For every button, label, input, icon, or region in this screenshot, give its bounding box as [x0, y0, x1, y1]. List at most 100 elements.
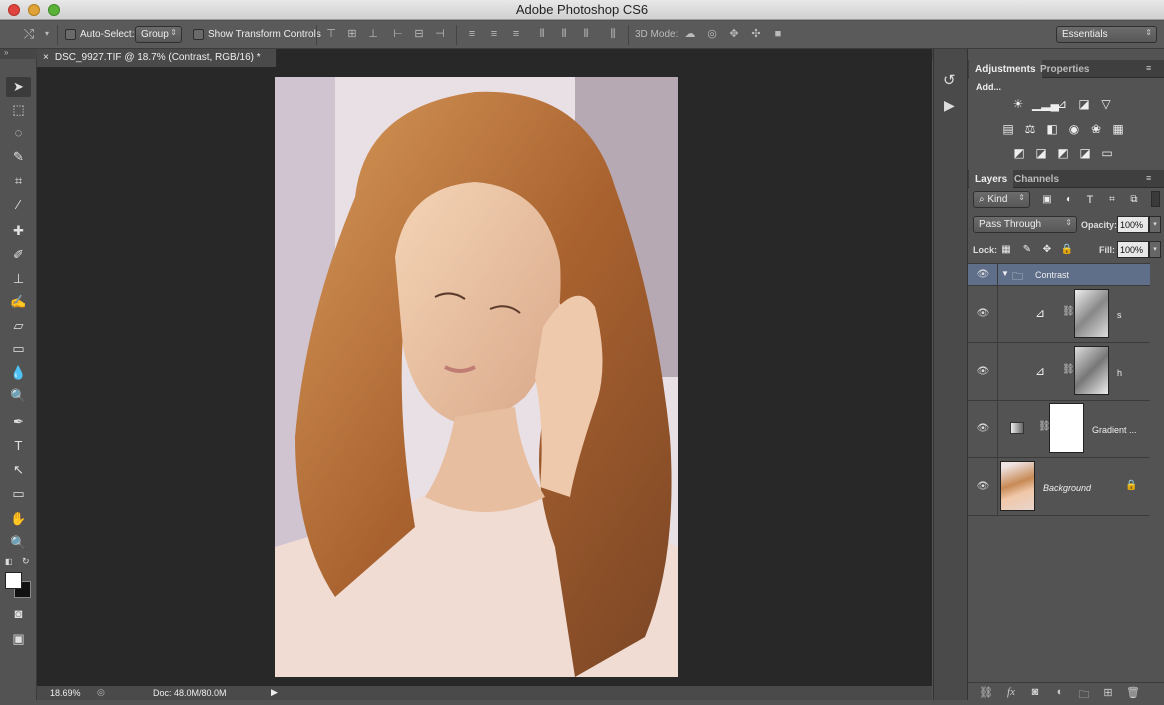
tab-channels[interactable]: Channels: [1008, 170, 1065, 188]
eyedropper-tool-icon[interactable]: ⁄: [6, 195, 31, 215]
quick-selection-tool-icon[interactable]: ✎: [6, 147, 31, 167]
3d-orbit-icon[interactable]: ☁: [683, 27, 697, 41]
add-mask-icon[interactable]: ◙: [1028, 686, 1042, 698]
type-tool-icon[interactable]: T: [6, 436, 31, 456]
healing-brush-tool-icon[interactable]: ✚: [6, 221, 31, 241]
align-left-icon[interactable]: ⊢: [391, 27, 405, 41]
levels-icon[interactable]: ▁▂▄: [1032, 97, 1059, 111]
new-group-icon[interactable]: 🗀: [1077, 686, 1091, 701]
document-tab[interactable]: × DSC_9927.TIF @ 18.7% (Contrast, RGB/16)…: [37, 49, 277, 67]
vibrance-icon[interactable]: ▽: [1098, 97, 1114, 111]
gradient-tool-icon[interactable]: ▭: [6, 339, 31, 359]
fill-input[interactable]: 100%: [1117, 241, 1149, 258]
color-lookup-icon[interactable]: ▦: [1110, 122, 1126, 136]
group-expand-icon[interactable]: ▼: [1001, 269, 1009, 278]
lock-transparent-icon[interactable]: ▦: [998, 243, 1014, 257]
dodge-tool-icon[interactable]: 🔍: [6, 386, 31, 406]
curves-icon[interactable]: ⊿: [1054, 97, 1070, 111]
lock-position-icon[interactable]: ✥: [1039, 243, 1055, 257]
filter-pixel-icon[interactable]: ▣: [1039, 193, 1055, 207]
tool-preset-chevron-icon[interactable]: ▾: [40, 27, 54, 41]
visibility-eye-icon[interactable]: 👁: [976, 481, 990, 492]
link-icon[interactable]: ⛓: [1062, 306, 1075, 317]
close-document-icon[interactable]: ×: [43, 52, 49, 63]
align-bottom-icon[interactable]: ⊥: [366, 27, 380, 41]
gradient-map-icon[interactable]: ▭: [1099, 146, 1115, 160]
selective-color-icon[interactable]: ◪: [1077, 146, 1093, 160]
layers-panel-menu-icon[interactable]: ≡: [1146, 173, 1151, 183]
layer-row-gradient[interactable]: 👁 ⛓ Gradient ...: [968, 401, 1150, 458]
lasso-tool-icon[interactable]: ◌: [6, 123, 31, 143]
opacity-slider-toggle[interactable]: ▾: [1149, 216, 1161, 233]
eraser-tool-icon[interactable]: ▱: [6, 316, 31, 336]
move-tool-icon[interactable]: ➤: [6, 77, 31, 97]
brightness-contrast-icon[interactable]: ☀: [1010, 97, 1026, 111]
history-panel-icon[interactable]: ↺: [943, 71, 956, 89]
zoom-level[interactable]: 18.69%: [50, 688, 81, 698]
crop-tool-icon[interactable]: ⌗: [6, 171, 31, 191]
3d-pan-icon[interactable]: ✥: [727, 27, 741, 41]
channel-mixer-icon[interactable]: ❀: [1088, 122, 1104, 136]
document-canvas[interactable]: [275, 77, 678, 677]
link-layers-icon[interactable]: ⛓: [979, 686, 993, 699]
rectangle-tool-icon[interactable]: ▭: [6, 484, 31, 504]
distribute-right-icon[interactable]: ⦀: [579, 27, 593, 41]
distribute-hcenter-icon[interactable]: ⦀: [557, 27, 571, 41]
auto-select-checkbox[interactable]: [65, 29, 76, 40]
clone-stamp-tool-icon[interactable]: ⊥: [6, 269, 31, 289]
distribute-top-icon[interactable]: ≡: [465, 27, 479, 41]
link-icon[interactable]: ⛓: [1062, 364, 1075, 375]
filter-shape-icon[interactable]: ⌗: [1104, 193, 1120, 207]
blur-tool-icon[interactable]: 💧: [6, 363, 31, 383]
filter-adjustment-icon[interactable]: ◐: [1061, 193, 1077, 207]
hue-saturation-icon[interactable]: ▤: [1000, 122, 1016, 136]
hand-tool-icon[interactable]: ✋: [6, 509, 31, 529]
filter-kind-dropdown[interactable]: ⌕ Kind ⇕: [973, 191, 1030, 208]
status-menu-arrow-icon[interactable]: ▶: [271, 687, 278, 698]
tab-properties[interactable]: Properties: [1034, 60, 1095, 78]
black-white-icon[interactable]: ◧: [1044, 122, 1060, 136]
distribute-left-icon[interactable]: ⦀: [535, 27, 549, 41]
workspace-dropdown[interactable]: Essentials ⇕: [1056, 26, 1157, 43]
align-hcenter-icon[interactable]: ⊟: [412, 27, 426, 41]
distribute-bottom-icon[interactable]: ≡: [509, 27, 523, 41]
layer-row-contrast[interactable]: 👁 ▼ 🗀 Contrast: [968, 264, 1150, 286]
expand-toolbar-icon[interactable]: »: [4, 48, 8, 57]
exposure-icon[interactable]: ◪: [1076, 97, 1092, 111]
layer-mask-thumbnail[interactable]: [1049, 403, 1084, 453]
layer-thumbnail[interactable]: [1000, 461, 1035, 511]
pen-tool-icon[interactable]: ✒: [6, 412, 31, 432]
filter-toggle[interactable]: [1151, 191, 1160, 207]
photo-filter-icon[interactable]: ◉: [1066, 122, 1082, 136]
swap-colors-icon[interactable]: ↻: [22, 556, 30, 567]
layer-row-h[interactable]: 👁 ⊿ ⛓ h: [968, 343, 1150, 401]
visibility-eye-icon[interactable]: 👁: [976, 269, 990, 280]
new-adjustment-icon[interactable]: ◐: [1053, 686, 1067, 698]
show-transform-checkbox[interactable]: [193, 29, 204, 40]
filter-type-icon[interactable]: T: [1082, 193, 1098, 207]
distribute-vcenter-icon[interactable]: ≡: [487, 27, 501, 41]
layer-mask-thumbnail[interactable]: [1074, 346, 1109, 395]
delete-layer-icon[interactable]: 🗑: [1126, 686, 1140, 699]
layer-row-background[interactable]: 👁 Background 🔒: [968, 458, 1150, 516]
actions-panel-icon[interactable]: ▶: [944, 97, 955, 114]
3d-scale-icon[interactable]: ■: [771, 27, 785, 41]
visibility-eye-icon[interactable]: 👁: [976, 366, 990, 377]
threshold-icon[interactable]: ◩: [1055, 146, 1071, 160]
color-balance-icon[interactable]: ⚖: [1022, 122, 1038, 136]
auto-select-dropdown[interactable]: Group ⇕: [135, 26, 182, 43]
lock-image-icon[interactable]: ✎: [1019, 243, 1035, 257]
invert-icon[interactable]: ◩: [1011, 146, 1027, 160]
fill-slider-toggle[interactable]: ▾: [1149, 241, 1161, 258]
layer-style-icon[interactable]: fx: [1004, 686, 1018, 698]
3d-roll-icon[interactable]: ◎: [705, 27, 719, 41]
history-brush-tool-icon[interactable]: ✍: [6, 292, 31, 312]
filter-smart-object-icon[interactable]: ⧉: [1126, 193, 1142, 207]
layer-row-s[interactable]: 👁 ⊿ ⛓ s: [968, 286, 1150, 343]
screen-mode-icon[interactable]: ▣: [6, 629, 31, 649]
move-tool-icon[interactable]: ⤭: [22, 27, 36, 41]
layer-mask-thumbnail[interactable]: [1074, 289, 1109, 338]
align-vcenter-icon[interactable]: ⊞: [345, 27, 359, 41]
auto-align-icon[interactable]: ⫼: [606, 27, 620, 41]
marquee-tool-icon[interactable]: ⬚: [6, 100, 31, 120]
